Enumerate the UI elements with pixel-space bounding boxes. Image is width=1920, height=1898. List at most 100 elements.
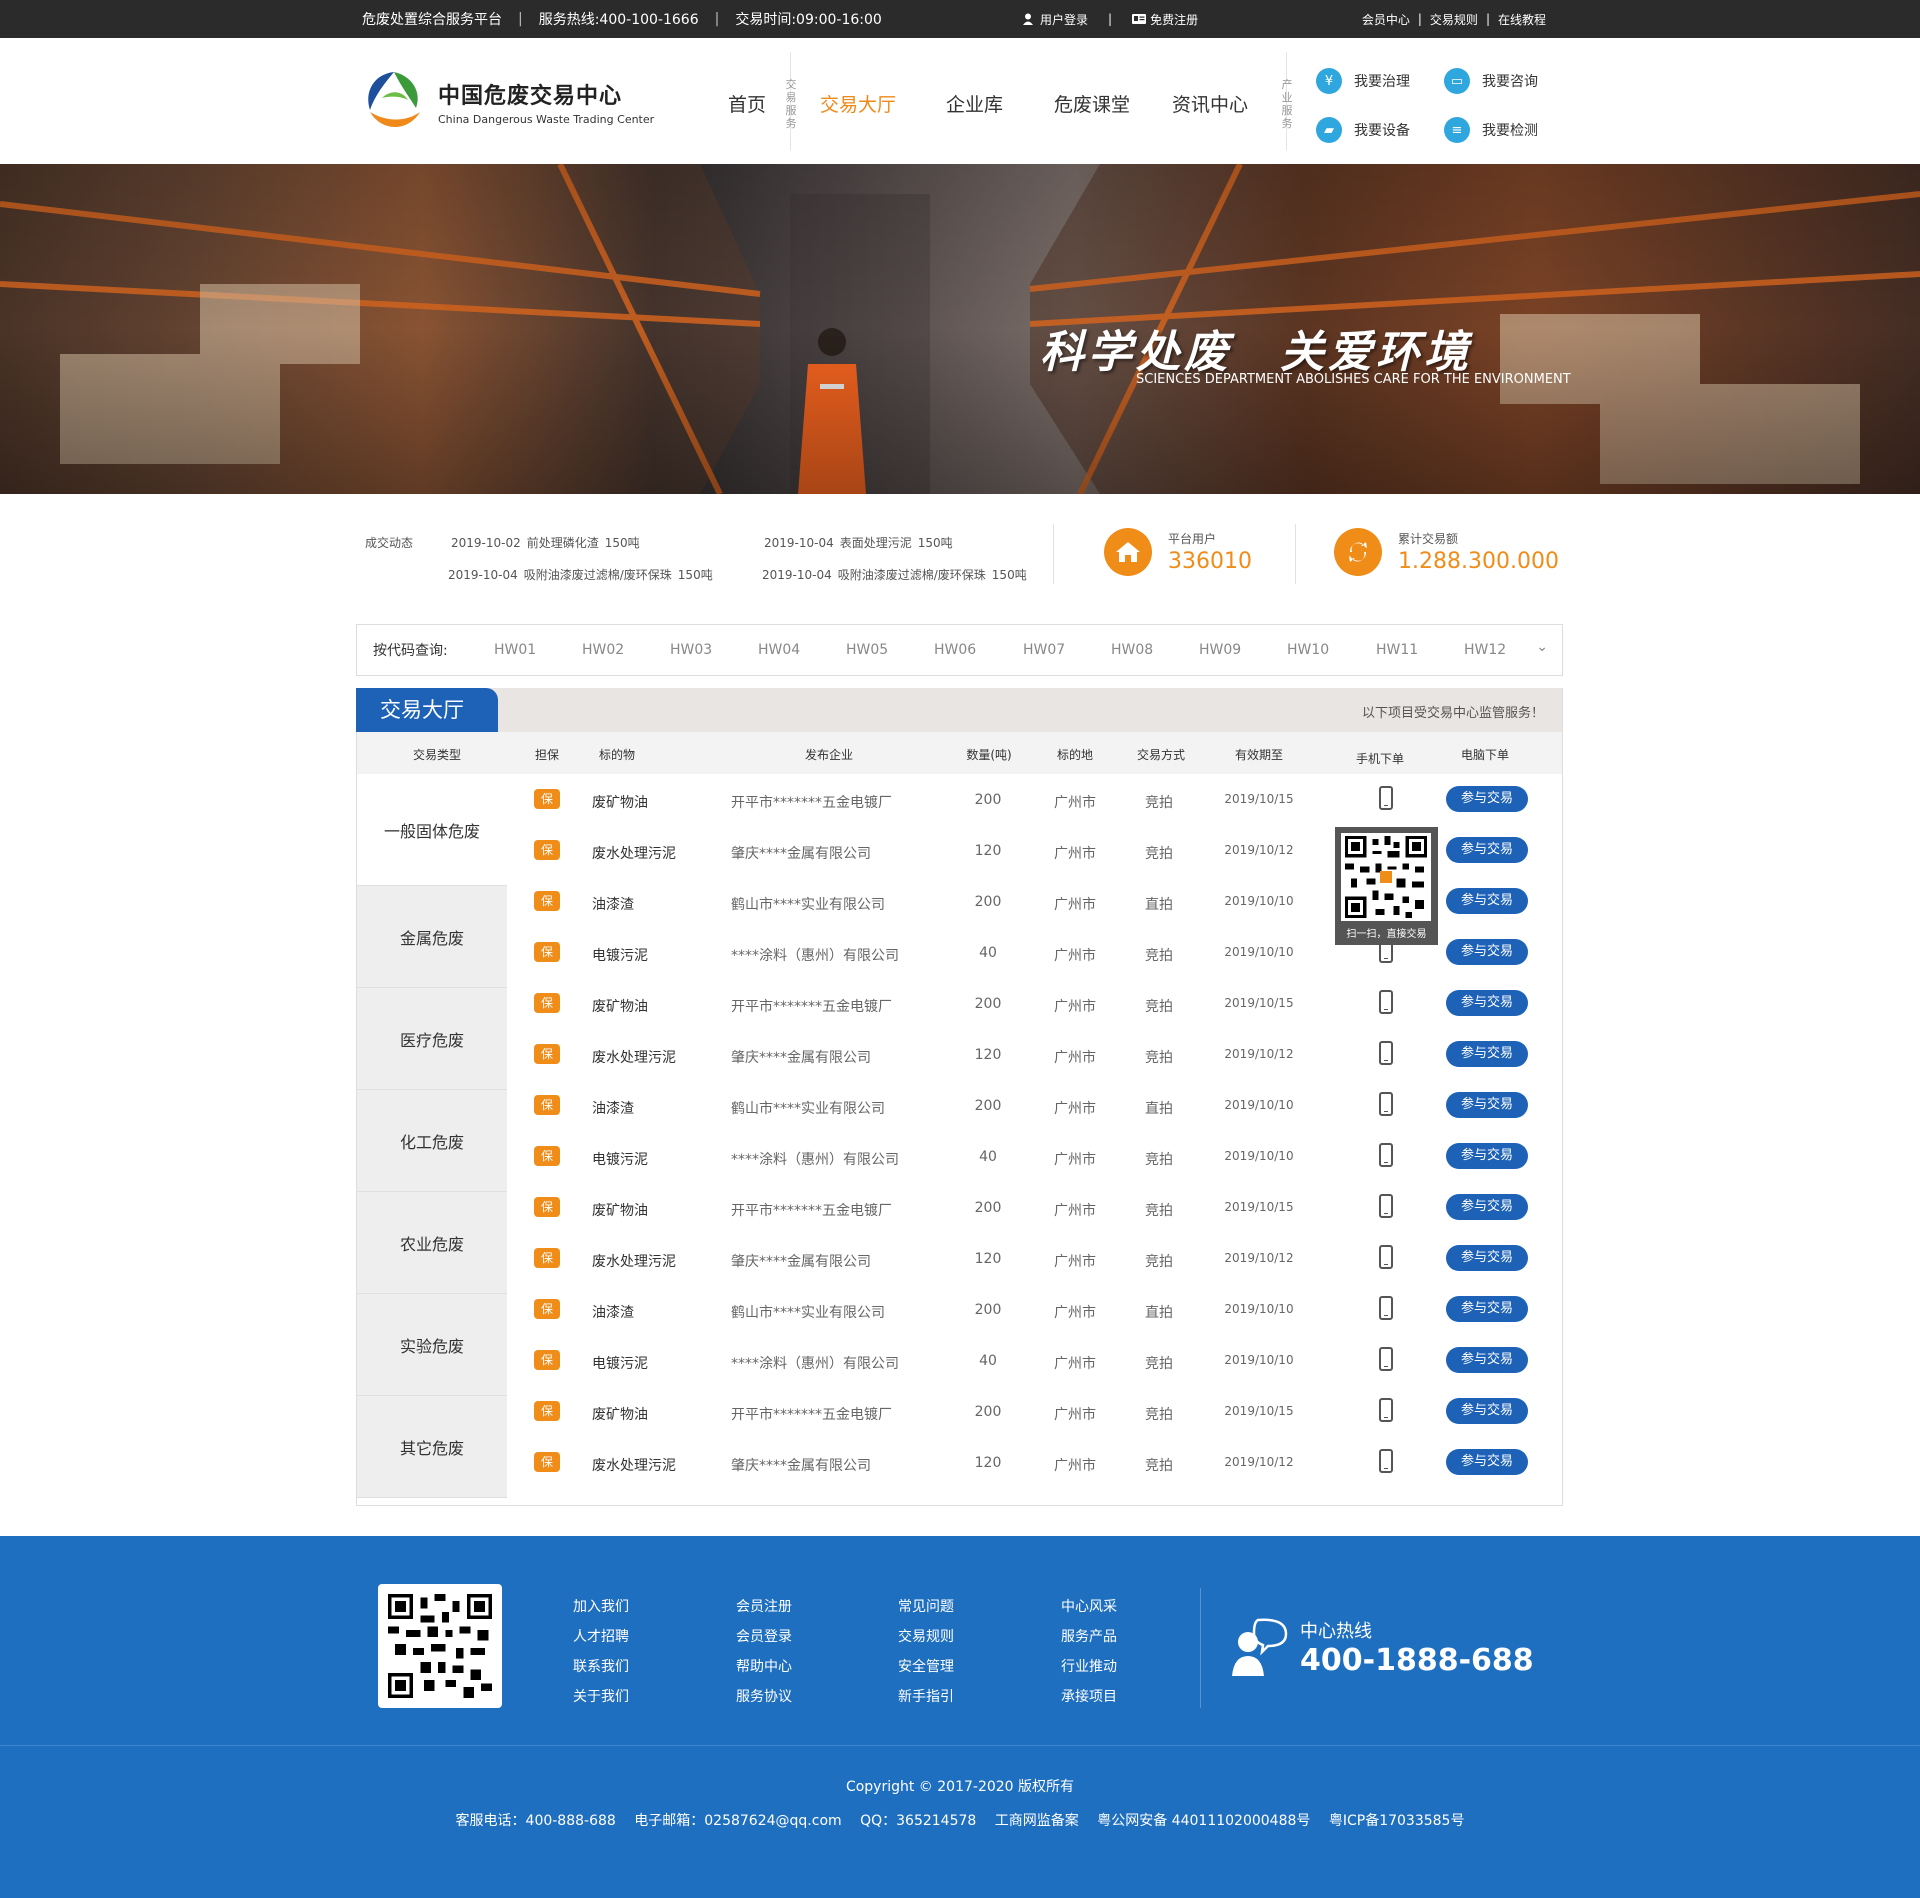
code-hw12[interactable]: HW12 <box>1464 642 1506 658</box>
footer-link[interactable]: 行业推动 <box>1061 1652 1117 1682</box>
join-trade-button[interactable]: 参与交易 <box>1446 1347 1528 1373</box>
deal-item[interactable]: 2019-10-04 吸附油漆废过滤棉/废环保珠 150吨 <box>448 566 719 583</box>
nav-trading-hall[interactable]: 交易大厅 <box>820 90 896 117</box>
site-logo[interactable]: 中国危废交易中心 China Dangerous Waste Trading C… <box>360 68 654 136</box>
company-name[interactable]: ****涂料（惠州）有限公司 <box>731 945 899 965</box>
mobile-order-icon[interactable] <box>1379 1041 1393 1065</box>
item-name[interactable]: 废水处理污泥 <box>592 843 676 863</box>
item-name[interactable]: 油漆渣 <box>592 894 634 914</box>
nav-news-center[interactable]: 资讯中心 <box>1172 90 1248 117</box>
join-trade-button[interactable]: 参与交易 <box>1446 1143 1528 1169</box>
item-name[interactable]: 废矿物油 <box>592 1404 648 1424</box>
footer-link[interactable]: 会员登录 <box>736 1622 792 1652</box>
join-trade-button[interactable]: 参与交易 <box>1446 837 1528 863</box>
footer-link[interactable]: 加入我们 <box>573 1592 629 1622</box>
join-trade-button[interactable]: 参与交易 <box>1446 1245 1528 1271</box>
footer-link[interactable]: 新手指引 <box>898 1682 954 1712</box>
mobile-order-icon[interactable] <box>1379 1296 1393 1320</box>
item-name[interactable]: 废矿物油 <box>592 792 648 812</box>
join-trade-button[interactable]: 参与交易 <box>1446 1092 1528 1118</box>
code-hw10[interactable]: HW10 <box>1287 642 1329 658</box>
code-hw02[interactable]: HW02 <box>582 642 624 658</box>
footer-link[interactable]: 中心风采 <box>1061 1592 1117 1622</box>
nav-enterprise-library[interactable]: 企业库 <box>946 90 1003 117</box>
service-consult[interactable]: ▭ 我要咨询 <box>1444 68 1538 94</box>
deal-item[interactable]: 2019-10-02 前处理磷化渣 150吨 <box>451 534 646 551</box>
item-name[interactable]: 废水处理污泥 <box>592 1455 676 1475</box>
register-link[interactable]: 免费注册 <box>1150 11 1198 28</box>
footer-link[interactable]: 服务产品 <box>1061 1622 1117 1652</box>
footer-link[interactable]: 交易规则 <box>898 1622 954 1652</box>
join-trade-button[interactable]: 参与交易 <box>1446 990 1528 1016</box>
footer-info-item[interactable]: 粤ICP备17033585号 <box>1329 1813 1465 1829</box>
join-trade-button[interactable]: 参与交易 <box>1446 1041 1528 1067</box>
code-hw03[interactable]: HW03 <box>670 642 712 658</box>
company-name[interactable]: 开平市*******五金电镀厂 <box>731 996 892 1016</box>
company-name[interactable]: 鹤山市****实业有限公司 <box>731 894 885 914</box>
code-hw09[interactable]: HW09 <box>1199 642 1241 658</box>
footer-link[interactable]: 帮助中心 <box>736 1652 792 1682</box>
login-link[interactable]: 用户登录 <box>1040 11 1088 28</box>
mobile-order-icon[interactable] <box>1379 1194 1393 1218</box>
footer-link[interactable]: 会员注册 <box>736 1592 792 1622</box>
company-name[interactable]: 鹤山市****实业有限公司 <box>731 1098 885 1118</box>
trade-rules-link[interactable]: 交易规则 <box>1430 11 1478 28</box>
item-name[interactable]: 电镀污泥 <box>592 945 648 965</box>
footer-link[interactable]: 人才招聘 <box>573 1622 629 1652</box>
code-hw04[interactable]: HW04 <box>758 642 800 658</box>
company-name[interactable]: ****涂料（惠州）有限公司 <box>731 1149 899 1169</box>
join-trade-button[interactable]: 参与交易 <box>1446 1194 1528 1220</box>
item-name[interactable]: 油漆渣 <box>592 1098 634 1118</box>
company-name[interactable]: ****涂料（惠州）有限公司 <box>731 1353 899 1373</box>
service-equipment[interactable]: ▰ 我要设备 <box>1316 117 1410 143</box>
mobile-order-icon[interactable] <box>1379 990 1393 1014</box>
member-center-link[interactable]: 会员中心 <box>1362 11 1410 28</box>
item-name[interactable]: 废矿物油 <box>592 1200 648 1220</box>
company-name[interactable]: 肇庆****金属有限公司 <box>731 1251 871 1271</box>
service-governance[interactable]: ¥ 我要治理 <box>1316 68 1410 94</box>
mobile-order-icon[interactable] <box>1379 1398 1393 1422</box>
item-name[interactable]: 油漆渣 <box>592 1302 634 1322</box>
join-trade-button[interactable]: 参与交易 <box>1446 939 1528 965</box>
nav-home[interactable]: 首页 <box>728 90 766 117</box>
mobile-order-icon[interactable] <box>1379 1245 1393 1269</box>
service-testing[interactable]: ≡ 我要检测 <box>1444 117 1538 143</box>
footer-link[interactable]: 安全管理 <box>898 1652 954 1682</box>
company-name[interactable]: 鹤山市****实业有限公司 <box>731 1302 885 1322</box>
footer-info-item[interactable]: 粤公网安备 44011102000488号 <box>1097 1813 1310 1829</box>
code-hw05[interactable]: HW05 <box>846 642 888 658</box>
code-hw08[interactable]: HW08 <box>1111 642 1153 658</box>
code-hw11[interactable]: HW11 <box>1376 642 1418 658</box>
code-hw01[interactable]: HW01 <box>494 642 536 658</box>
footer-link[interactable]: 承接项目 <box>1061 1682 1117 1712</box>
join-trade-button[interactable]: 参与交易 <box>1446 786 1528 812</box>
join-trade-button[interactable]: 参与交易 <box>1446 888 1528 914</box>
item-name[interactable]: 电镀污泥 <box>592 1149 648 1169</box>
join-trade-button[interactable]: 参与交易 <box>1446 1296 1528 1322</box>
item-name[interactable]: 废水处理污泥 <box>592 1047 676 1067</box>
nav-waste-class[interactable]: 危废课堂 <box>1054 90 1130 117</box>
company-name[interactable]: 开平市*******五金电镀厂 <box>731 1200 892 1220</box>
company-name[interactable]: 开平市*******五金电镀厂 <box>731 1404 892 1424</box>
footer-link[interactable]: 关于我们 <box>573 1682 629 1712</box>
company-name[interactable]: 肇庆****金属有限公司 <box>731 1455 871 1475</box>
join-trade-button[interactable]: 参与交易 <box>1446 1449 1528 1475</box>
footer-info-item[interactable]: 工商网监备案 <box>995 1813 1079 1829</box>
item-name[interactable]: 废水处理污泥 <box>592 1251 676 1271</box>
item-name[interactable]: 电镀污泥 <box>592 1353 648 1373</box>
mobile-order-icon[interactable] <box>1379 786 1393 810</box>
code-hw07[interactable]: HW07 <box>1023 642 1065 658</box>
code-hw06[interactable]: HW06 <box>934 642 976 658</box>
company-name[interactable]: 肇庆****金属有限公司 <box>731 843 871 863</box>
item-name[interactable]: 废矿物油 <box>592 996 648 1016</box>
mobile-order-icon[interactable] <box>1379 1347 1393 1371</box>
online-tutorial-link[interactable]: 在线教程 <box>1498 11 1546 28</box>
mobile-order-icon[interactable] <box>1379 1449 1393 1473</box>
company-name[interactable]: 肇庆****金属有限公司 <box>731 1047 871 1067</box>
deal-item[interactable]: 2019-10-04 吸附油漆废过滤棉/废环保珠 150吨 <box>762 566 1033 583</box>
footer-link[interactable]: 服务协议 <box>736 1682 792 1712</box>
chevron-down-icon[interactable]: ⌄ <box>1536 639 1548 655</box>
mobile-order-icon[interactable] <box>1379 1143 1393 1167</box>
footer-link[interactable]: 联系我们 <box>573 1652 629 1682</box>
mobile-order-icon[interactable] <box>1379 1092 1393 1116</box>
